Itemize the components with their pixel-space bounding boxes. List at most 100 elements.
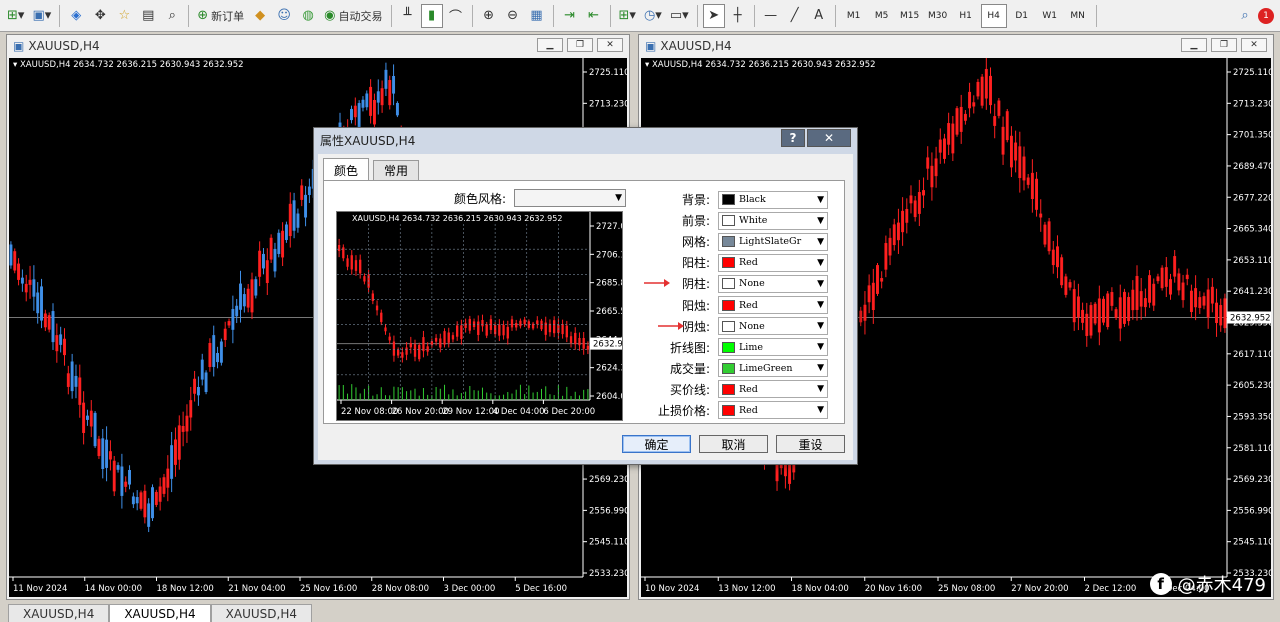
auto-trading-button[interactable]: ◉ 自动交易 xyxy=(321,4,385,28)
close-button[interactable]: ✕ xyxy=(597,38,623,52)
profiles-icon[interactable]: ▣ ▾ xyxy=(29,4,54,28)
chart-shift-icon[interactable]: ⇤ xyxy=(583,4,605,28)
crosshair-icon[interactable]: ┼ xyxy=(727,4,749,28)
minimize-button[interactable]: ▁ xyxy=(1181,38,1207,52)
candle-body xyxy=(922,190,925,196)
trendline-icon[interactable]: ╱ xyxy=(784,4,806,28)
signals-icon[interactable]: ◍ xyxy=(297,4,319,28)
candle-body xyxy=(1148,275,1152,303)
indicators-icon[interactable]: ⊞ ▾ xyxy=(616,4,639,28)
left-window-titlebar[interactable]: ▣ XAUUSD,H4 xyxy=(7,35,629,57)
timeframe-m15[interactable]: M15 xyxy=(897,4,923,28)
timeframe-d1[interactable]: D1 xyxy=(1009,4,1035,28)
tab-colors[interactable]: 颜色 xyxy=(323,158,370,181)
candle-body xyxy=(451,335,455,340)
cursor-icon[interactable]: ➤ xyxy=(702,3,725,28)
autoscroll-icon[interactable]: ⇥ xyxy=(559,4,581,28)
color-select[interactable]: Red ▼ xyxy=(718,296,828,315)
timeframe-m1[interactable]: M1 xyxy=(841,4,867,28)
color-select[interactable]: Red ▼ xyxy=(718,253,828,272)
navigator-icon[interactable]: ☆ xyxy=(113,4,135,28)
search-icon[interactable]: ⌕ xyxy=(1234,4,1256,28)
candle-body xyxy=(1135,275,1139,310)
color-select[interactable]: Red ▼ xyxy=(718,401,828,420)
candle-body xyxy=(177,425,181,460)
candle-body xyxy=(281,230,285,258)
help-button[interactable]: ? xyxy=(781,129,805,147)
color-scheme-select[interactable]: ▼ xyxy=(514,189,627,207)
tab-common[interactable]: 常用 xyxy=(373,160,420,180)
candle-body xyxy=(951,123,955,154)
candle-body xyxy=(246,288,250,308)
dialog-close-button[interactable]: ✕ xyxy=(807,129,851,147)
strategy-tester-icon[interactable]: ⌕ xyxy=(161,4,183,28)
color-select[interactable]: White ▼ xyxy=(718,211,828,230)
right-window-titlebar[interactable]: ▣ XAUUSD,H4 xyxy=(639,35,1273,57)
terminal-icon[interactable]: ▤ xyxy=(137,4,159,28)
line-chart-icon[interactable]: ⌒ xyxy=(445,4,467,28)
candle-body xyxy=(574,332,577,345)
templates-icon[interactable]: ▭ ▾ xyxy=(667,4,692,28)
periods-icon[interactable]: ◷ ▾ xyxy=(641,4,665,28)
restore-button[interactable]: ❐ xyxy=(1211,38,1237,52)
chart-tab[interactable]: XAUUSD,H4 xyxy=(8,604,110,622)
new-chart-icon[interactable]: ⊞ ▾ xyxy=(4,4,27,28)
candle-body xyxy=(947,123,951,145)
color-swatch xyxy=(722,215,735,227)
zoom-in-icon[interactable]: ⊕ xyxy=(478,4,500,28)
data-window-icon[interactable]: ✥ xyxy=(89,4,111,28)
candle-body xyxy=(361,99,365,108)
timeframe-m5[interactable]: M5 xyxy=(869,4,895,28)
color-select[interactable]: Lime ▼ xyxy=(718,338,828,357)
candle-body xyxy=(350,255,353,270)
dialog-titlebar[interactable]: 属性XAUUSD,H4 xyxy=(314,128,857,152)
bar-chart-icon[interactable]: ╨ xyxy=(397,4,419,28)
time-tick-label: 26 Nov 20:00 xyxy=(392,407,449,417)
chart-tab[interactable]: XAUUSD,H4 xyxy=(210,604,312,622)
horizontal-line-icon[interactable]: — xyxy=(760,4,782,28)
color-select[interactable]: Black ▼ xyxy=(718,190,828,209)
minimize-button[interactable]: ▁ xyxy=(537,38,563,52)
toolbar-separator xyxy=(609,4,611,27)
candle-body xyxy=(917,192,921,214)
timeframe-h4[interactable]: H4 xyxy=(980,3,1007,28)
cancel-button[interactable]: 取消 xyxy=(699,435,768,453)
new-order-button[interactable]: ⊕ 新订单 xyxy=(194,4,247,28)
tile-windows-icon[interactable]: ▦ xyxy=(526,4,548,28)
timeframe-h1[interactable]: H1 xyxy=(953,4,979,28)
candle-body xyxy=(189,400,193,418)
candle-body xyxy=(196,386,200,396)
color-select[interactable]: LightSlateGr ▼ xyxy=(718,232,828,251)
price-tick-label: 2727.06 xyxy=(596,222,623,232)
notification-badge[interactable]: 1 xyxy=(1258,7,1274,24)
candle-body xyxy=(208,343,212,367)
color-select[interactable]: LimeGreen ▼ xyxy=(718,359,828,378)
color-select[interactable]: None ▼ xyxy=(718,274,828,293)
chevron-down-icon: ▼ xyxy=(615,193,623,203)
zoom-out-icon[interactable]: ⊖ xyxy=(502,4,524,28)
candle-body xyxy=(131,496,135,505)
ok-button[interactable]: 确定 xyxy=(622,435,691,453)
timeframe-mn[interactable]: MN xyxy=(1065,4,1091,28)
candle-body xyxy=(170,445,174,479)
text-tool-icon[interactable]: A xyxy=(808,4,830,28)
market-watch-icon[interactable]: ◈ xyxy=(65,4,87,28)
color-select[interactable]: Red ▼ xyxy=(718,380,828,399)
community-icon[interactable]: ☺ xyxy=(273,4,295,28)
candle-body xyxy=(216,353,220,363)
candle-body xyxy=(1143,298,1147,308)
metaeditor-icon[interactable]: ◆ xyxy=(249,4,271,28)
color-select[interactable]: None ▼ xyxy=(718,317,828,336)
candlestick-icon[interactable]: ▮ xyxy=(420,3,443,28)
reset-button[interactable]: 重设 xyxy=(776,435,845,453)
timeframe-w1[interactable]: W1 xyxy=(1037,4,1063,28)
properties-dialog: 属性XAUUSD,H4 ? ✕ 颜色 常用 颜色风格: ▼ 2727.06 270… xyxy=(313,127,858,465)
auto-trading-label: 自动交易 xyxy=(338,9,383,23)
chart-tab-active[interactable]: XAUUSD,H4 xyxy=(109,604,211,622)
restore-button[interactable]: ❐ xyxy=(567,38,593,52)
candle-body xyxy=(1152,283,1156,306)
close-button[interactable]: ✕ xyxy=(1241,38,1267,52)
candle-body xyxy=(510,319,514,328)
chart-tabs: XAUUSD,H4 XAUUSD,H4 XAUUSD,H4 xyxy=(0,602,1280,622)
timeframe-m30[interactable]: M30 xyxy=(925,4,951,28)
